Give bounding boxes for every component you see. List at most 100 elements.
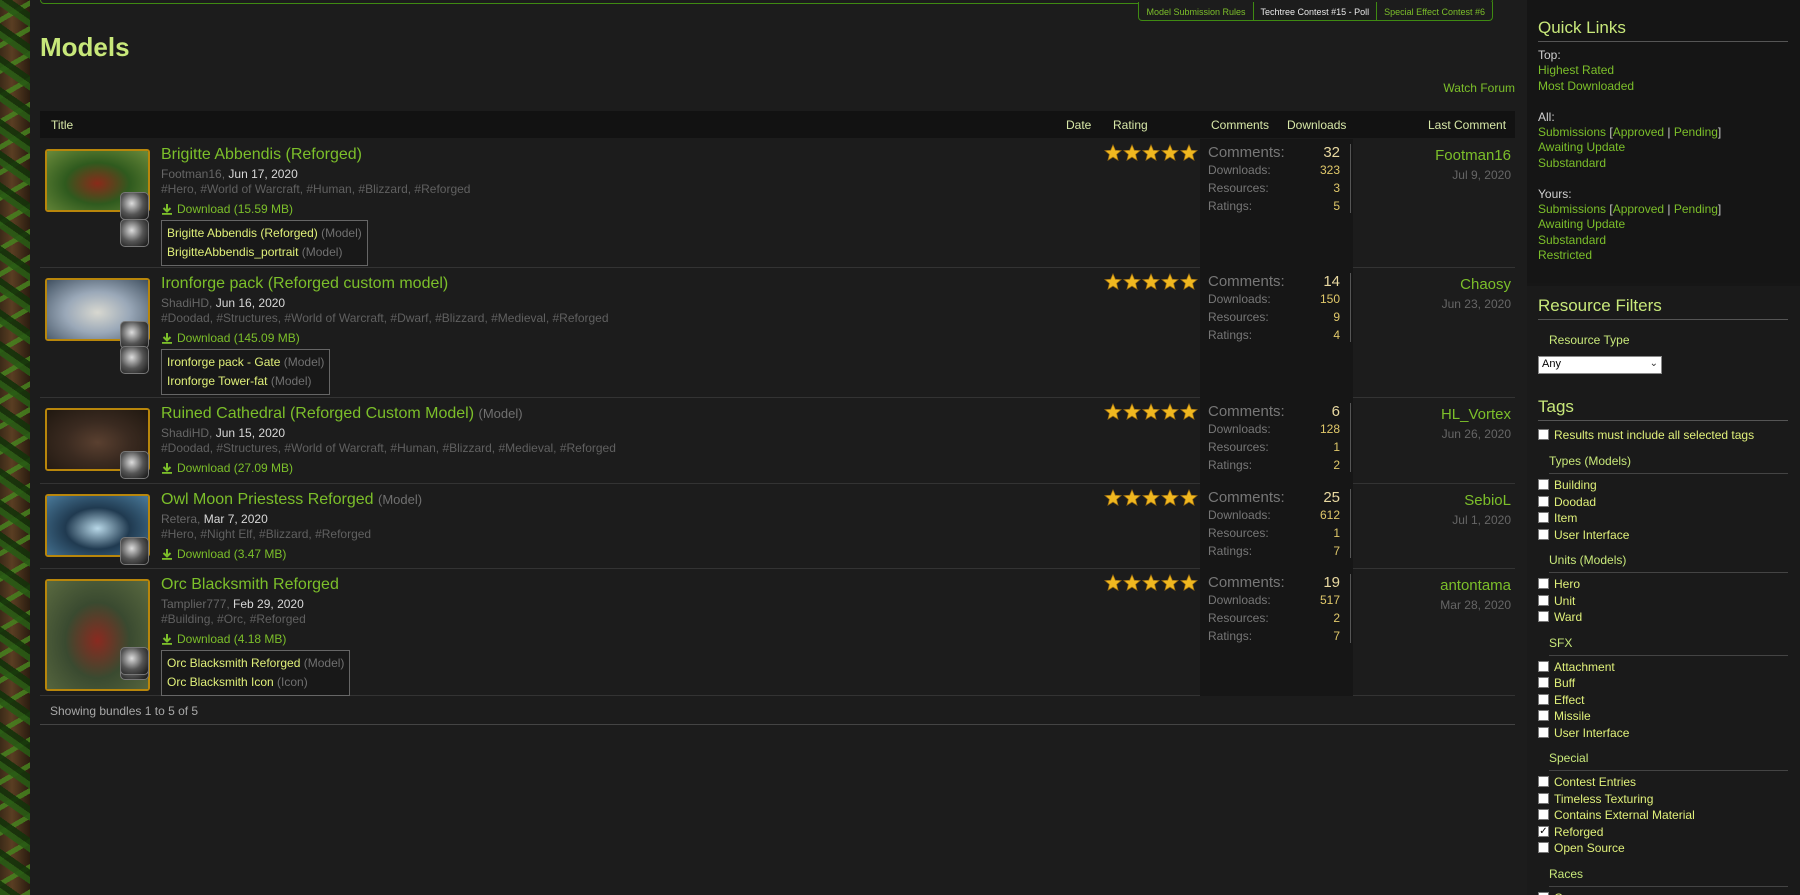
tab-special-effect-contest[interactable]: Special Effect Contest #6 xyxy=(1376,2,1492,20)
bundle-author[interactable]: Tamplier777, xyxy=(161,597,230,611)
download-link[interactable]: Download (3.47 MB) xyxy=(161,547,286,561)
checkbox[interactable] xyxy=(1538,792,1549,804)
last-comment-user[interactable]: SebioL xyxy=(1452,492,1511,509)
all-submissions-link[interactable]: Submissions xyxy=(1538,125,1606,139)
checkbox[interactable] xyxy=(1538,611,1549,622)
checkbox[interactable] xyxy=(1538,693,1549,705)
file-item[interactable]: Ironforge pack - Gate (Model) xyxy=(167,353,324,372)
checkbox[interactable] xyxy=(1538,594,1549,606)
checkbox[interactable] xyxy=(1538,677,1549,688)
last-comment-user[interactable]: Chaosy xyxy=(1442,276,1511,293)
bundle-type: (Model) xyxy=(478,406,523,421)
tag-checkbox[interactable]: ✓ Reforged xyxy=(1538,825,1603,839)
col-rating[interactable]: Rating xyxy=(1113,118,1148,132)
bundle-author[interactable]: Retera, xyxy=(161,512,200,526)
tag-checkbox[interactable]: Attachment xyxy=(1538,660,1615,674)
tag-checkbox[interactable]: Item xyxy=(1538,511,1577,525)
checkbox[interactable] xyxy=(1538,726,1549,738)
stats-box: Comments: 19 Downloads: 517 Resources: 2 Ra… xyxy=(1208,574,1351,643)
tag-checkbox[interactable]: Creep xyxy=(1538,891,1587,895)
tag-checkbox[interactable]: Hero xyxy=(1538,577,1580,591)
tag-checkbox[interactable]: Contest Entries xyxy=(1538,775,1636,789)
file-item[interactable]: Orc Blacksmith Icon (Icon) xyxy=(167,673,344,692)
tag-checkbox[interactable]: Building xyxy=(1538,478,1597,492)
checkbox[interactable] xyxy=(1538,710,1549,721)
bundle-title-link[interactable]: Orc Blacksmith Reforged xyxy=(161,576,339,593)
your-substandard-link[interactable]: Substandard xyxy=(1538,233,1606,247)
bundle-title-link[interactable]: Ruined Cathedral (Reforged Custom Model) xyxy=(161,405,474,422)
most-downloaded-link[interactable]: Most Downloaded xyxy=(1538,79,1634,93)
checkbox[interactable] xyxy=(1538,578,1549,589)
download-link[interactable]: Download (27.09 MB) xyxy=(161,461,293,475)
tab-model-submission-rules[interactable]: Model Submission Rules xyxy=(1139,2,1252,20)
checkbox[interactable] xyxy=(1538,479,1549,490)
col-comments[interactable]: Comments xyxy=(1211,118,1269,132)
all-substandard-link[interactable]: Substandard xyxy=(1538,156,1606,170)
tag-checkbox[interactable]: Unit xyxy=(1538,594,1575,608)
bundle-author[interactable]: Footman16, xyxy=(161,167,225,181)
bundle-title-link[interactable]: Ironforge pack (Reforged custom model) xyxy=(161,275,448,292)
your-restricted-link[interactable]: Restricted xyxy=(1538,248,1592,262)
all-pending-link[interactable]: Pending xyxy=(1674,125,1718,139)
all-approved-link[interactable]: Approved xyxy=(1613,125,1664,139)
last-comment-user[interactable]: antontama xyxy=(1440,577,1511,594)
star-icon xyxy=(1180,574,1198,591)
tag-label: Unit xyxy=(1554,593,1576,608)
checkbox[interactable] xyxy=(1538,528,1549,540)
checkbox[interactable] xyxy=(1538,495,1549,507)
file-item[interactable]: BrigitteAbbendis_portrait (Model) xyxy=(167,243,362,262)
checkbox[interactable] xyxy=(1538,512,1549,523)
bundle-title-link[interactable]: Brigitte Abbendis (Reforged) xyxy=(161,146,362,163)
bundle-author[interactable]: ShadiHD, xyxy=(161,296,212,310)
tag-checkbox[interactable]: Contains External Material xyxy=(1538,808,1695,822)
comments-count: 19 xyxy=(1323,574,1340,591)
your-pending-link[interactable]: Pending xyxy=(1674,202,1718,216)
file-item[interactable]: Orc Blacksmith Reforged (Model) xyxy=(167,654,344,673)
checkbox[interactable]: ✓ xyxy=(1538,825,1549,837)
download-link[interactable]: Download (145.09 MB) xyxy=(161,331,300,345)
col-downloads[interactable]: Downloads xyxy=(1287,118,1346,132)
tag-checkbox[interactable]: Ward xyxy=(1538,610,1582,624)
stats-box: Comments: 14 Downloads: 150 Resources: 9 Ra… xyxy=(1208,273,1351,342)
tag-checkbox[interactable]: Effect xyxy=(1538,693,1584,707)
checkbox[interactable] xyxy=(1538,429,1549,440)
all-awaiting-update-link[interactable]: Awaiting Update xyxy=(1538,140,1625,154)
file-name: Orc Blacksmith Reforged xyxy=(167,656,301,670)
highest-rated-link[interactable]: Highest Rated xyxy=(1538,63,1614,77)
checkbox[interactable] xyxy=(1538,842,1549,853)
tag-checkbox[interactable]: Open Source xyxy=(1538,841,1625,855)
results-count: Showing bundles 1 to 5 of 5 xyxy=(50,704,199,718)
bundle-author[interactable]: ShadiHD, xyxy=(161,426,212,440)
checkbox[interactable] xyxy=(1538,776,1549,787)
tag-checkbox[interactable]: Timeless Texturing xyxy=(1538,792,1653,806)
must-include-all-checkbox[interactable]: Results must include all selected tags xyxy=(1538,428,1754,442)
bundle-title-link[interactable]: Owl Moon Priestess Reforged xyxy=(161,491,374,508)
file-item[interactable]: Ironforge Tower-fat (Model) xyxy=(167,372,324,391)
tab-techtree-contest[interactable]: Techtree Contest #15 - Poll xyxy=(1252,2,1377,20)
comments-count: 25 xyxy=(1323,489,1340,506)
your-approved-link[interactable]: Approved xyxy=(1613,202,1664,216)
resource-type-select[interactable]: Any ⌄ xyxy=(1538,356,1662,374)
tag-checkbox[interactable]: Doodad xyxy=(1538,495,1596,509)
col-last-comment[interactable]: Last Comment xyxy=(1428,118,1506,132)
your-submissions-link[interactable]: Submissions xyxy=(1538,202,1606,216)
tag-checkbox[interactable]: User Interface xyxy=(1538,726,1629,740)
checkbox[interactable] xyxy=(1538,660,1549,672)
download-link[interactable]: Download (15.59 MB) xyxy=(161,202,293,216)
last-comment-user[interactable]: HL_Vortex xyxy=(1441,406,1511,423)
tag-checkbox[interactable]: Buff xyxy=(1538,676,1575,690)
tag-checkbox[interactable]: User Interface xyxy=(1538,528,1629,542)
file-item[interactable]: Brigitte Abbendis (Reforged) (Model) xyxy=(167,224,362,243)
last-comment-user[interactable]: Footman16 xyxy=(1435,147,1511,164)
checkbox[interactable] xyxy=(1538,809,1549,820)
col-title[interactable]: Title xyxy=(51,118,73,132)
star-icon xyxy=(1104,144,1122,161)
file-type: (Model) xyxy=(321,226,362,240)
col-date[interactable]: Date xyxy=(1066,118,1091,132)
your-awaiting-update-link[interactable]: Awaiting Update xyxy=(1538,217,1625,231)
file-name: BrigitteAbbendis_portrait xyxy=(167,245,299,259)
tag-checkbox[interactable]: Missile xyxy=(1538,709,1591,723)
watch-forum-link[interactable]: Watch Forum xyxy=(1443,81,1515,95)
checkbox[interactable] xyxy=(1538,891,1549,895)
download-link[interactable]: Download (4.18 MB) xyxy=(161,632,286,646)
